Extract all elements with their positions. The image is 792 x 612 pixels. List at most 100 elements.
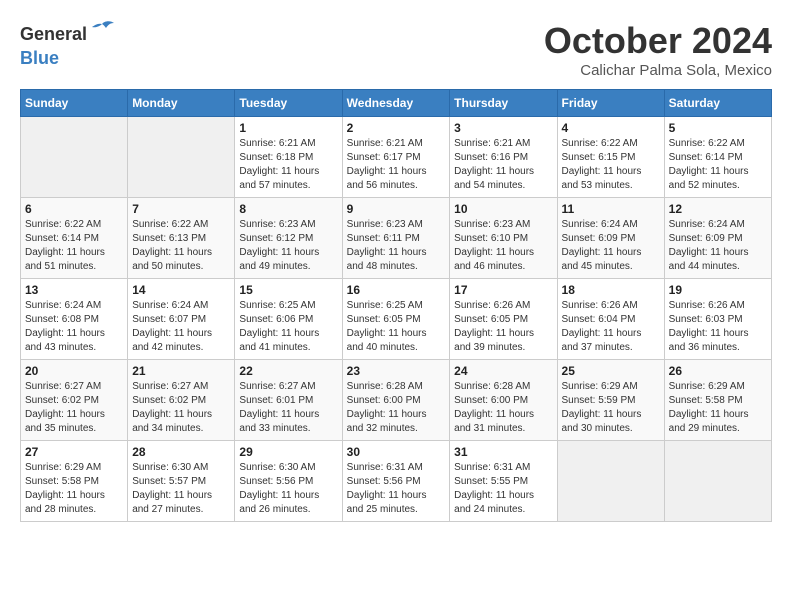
day-info: Sunrise: 6:25 AM Sunset: 6:05 PM Dayligh…: [347, 299, 446, 355]
calendar-week-row: 1 Sunrise: 6:21 AM Sunset: 6:18 PM Daylig…: [21, 117, 772, 198]
day-info: Sunrise: 6:26 AM Sunset: 6:03 PM Dayligh…: [669, 299, 767, 355]
day-number: 25: [562, 364, 660, 378]
table-row: 18 Sunrise: 6:26 AM Sunset: 6:04 PM Dayli…: [557, 279, 664, 360]
day-number: 22: [239, 364, 337, 378]
header-saturday: Saturday: [664, 90, 771, 117]
day-number: 3: [454, 121, 552, 135]
day-info: Sunrise: 6:26 AM Sunset: 6:04 PM Dayligh…: [562, 299, 660, 355]
day-number: 12: [669, 202, 767, 216]
table-row: 1 Sunrise: 6:21 AM Sunset: 6:18 PM Daylig…: [235, 117, 342, 198]
day-number: 2: [347, 121, 446, 135]
table-row: 14Sunrise: 6:24 AM Sunset: 6:07 PM Dayli…: [128, 279, 235, 360]
day-info: Sunrise: 6:23 AM Sunset: 6:11 PM Dayligh…: [347, 218, 446, 274]
day-info: Sunrise: 6:24 AM Sunset: 6:07 PM Dayligh…: [132, 299, 230, 355]
table-row: 23 Sunrise: 6:28 AM Sunset: 6:00 PM Dayli…: [342, 360, 450, 441]
day-info: Sunrise: 6:26 AM Sunset: 6:05 PM Dayligh…: [454, 299, 552, 355]
day-info: Sunrise: 6:27 AM Sunset: 6:01 PM Dayligh…: [239, 380, 337, 436]
header-wednesday: Wednesday: [342, 90, 450, 117]
logo-bird-icon: [88, 20, 116, 48]
day-number: 6: [25, 202, 123, 216]
logo: General Blue: [20, 20, 116, 69]
day-info: Sunrise: 6:29 AM Sunset: 5:58 PM Dayligh…: [25, 461, 123, 517]
day-number: 19: [669, 283, 767, 297]
table-row: 26Sunrise: 6:29 AM Sunset: 5:58 PM Dayli…: [664, 360, 771, 441]
day-info: Sunrise: 6:31 AM Sunset: 5:56 PM Dayligh…: [347, 461, 446, 517]
table-row: 28 Sunrise: 6:30 AM Sunset: 5:57 PM Dayli…: [128, 441, 235, 522]
day-info: Sunrise: 6:22 AM Sunset: 6:14 PM Dayligh…: [669, 137, 767, 193]
day-info: Sunrise: 6:22 AM Sunset: 6:15 PM Dayligh…: [562, 137, 660, 193]
header-sunday: Sunday: [21, 90, 128, 117]
table-row: [557, 441, 664, 522]
day-number: 20: [25, 364, 123, 378]
location-title: Calichar Palma Sola, Mexico: [544, 62, 772, 79]
day-number: 15: [239, 283, 337, 297]
day-number: 29: [239, 445, 337, 459]
day-info: Sunrise: 6:24 AM Sunset: 6:09 PM Dayligh…: [669, 218, 767, 274]
day-number: 24: [454, 364, 552, 378]
table-row: 12 Sunrise: 6:24 AM Sunset: 6:09 PM Dayli…: [664, 198, 771, 279]
table-row: 8 Sunrise: 6:23 AM Sunset: 6:12 PM Daylig…: [235, 198, 342, 279]
logo-general-text: General: [20, 24, 87, 45]
day-info: Sunrise: 6:29 AM Sunset: 5:58 PM Dayligh…: [669, 380, 767, 436]
day-info: Sunrise: 6:30 AM Sunset: 5:56 PM Dayligh…: [239, 461, 337, 517]
table-row: 9 Sunrise: 6:23 AM Sunset: 6:11 PM Daylig…: [342, 198, 450, 279]
calendar-week-row: 13Sunrise: 6:24 AM Sunset: 6:08 PM Dayli…: [21, 279, 772, 360]
day-info: Sunrise: 6:30 AM Sunset: 5:57 PM Dayligh…: [132, 461, 230, 517]
day-info: Sunrise: 6:21 AM Sunset: 6:17 PM Dayligh…: [347, 137, 446, 193]
day-info: Sunrise: 6:24 AM Sunset: 6:09 PM Dayligh…: [562, 218, 660, 274]
day-number: 8: [239, 202, 337, 216]
day-info: Sunrise: 6:29 AM Sunset: 5:59 PM Dayligh…: [562, 380, 660, 436]
table-row: [21, 117, 128, 198]
calendar-table: Sunday Monday Tuesday Wednesday Thursday…: [20, 89, 772, 522]
page-header: General Blue October 2024 Calichar Palma…: [20, 20, 772, 79]
day-info: Sunrise: 6:23 AM Sunset: 6:12 PM Dayligh…: [239, 218, 337, 274]
day-number: 31: [454, 445, 552, 459]
title-section: October 2024 Calichar Palma Sola, Mexico: [544, 20, 772, 79]
day-number: 28: [132, 445, 230, 459]
day-number: 11: [562, 202, 660, 216]
table-row: 27 Sunrise: 6:29 AM Sunset: 5:58 PM Dayli…: [21, 441, 128, 522]
table-row: 15 Sunrise: 6:25 AM Sunset: 6:06 PM Dayli…: [235, 279, 342, 360]
day-number: 27: [25, 445, 123, 459]
table-row: 13Sunrise: 6:24 AM Sunset: 6:08 PM Dayli…: [21, 279, 128, 360]
day-number: 10: [454, 202, 552, 216]
table-row: 11 Sunrise: 6:24 AM Sunset: 6:09 PM Dayli…: [557, 198, 664, 279]
day-number: 30: [347, 445, 446, 459]
month-title: October 2024: [544, 20, 772, 62]
table-row: 5 Sunrise: 6:22 AM Sunset: 6:14 PM Daylig…: [664, 117, 771, 198]
day-number: 16: [347, 283, 446, 297]
day-number: 18: [562, 283, 660, 297]
day-number: 5: [669, 121, 767, 135]
header-tuesday: Tuesday: [235, 90, 342, 117]
day-info: Sunrise: 6:28 AM Sunset: 6:00 PM Dayligh…: [347, 380, 446, 436]
table-row: 19 Sunrise: 6:26 AM Sunset: 6:03 PM Dayli…: [664, 279, 771, 360]
day-info: Sunrise: 6:21 AM Sunset: 6:18 PM Dayligh…: [239, 137, 337, 193]
calendar-week-row: 27 Sunrise: 6:29 AM Sunset: 5:58 PM Dayli…: [21, 441, 772, 522]
day-number: 17: [454, 283, 552, 297]
day-info: Sunrise: 6:23 AM Sunset: 6:10 PM Dayligh…: [454, 218, 552, 274]
header-monday: Monday: [128, 90, 235, 117]
day-info: Sunrise: 6:21 AM Sunset: 6:16 PM Dayligh…: [454, 137, 552, 193]
table-row: 16 Sunrise: 6:25 AM Sunset: 6:05 PM Dayli…: [342, 279, 450, 360]
day-number: 7: [132, 202, 230, 216]
table-row: 22 Sunrise: 6:27 AM Sunset: 6:01 PM Dayli…: [235, 360, 342, 441]
table-row: 21Sunrise: 6:27 AM Sunset: 6:02 PM Dayli…: [128, 360, 235, 441]
day-number: 4: [562, 121, 660, 135]
table-row: 20Sunrise: 6:27 AM Sunset: 6:02 PM Dayli…: [21, 360, 128, 441]
header-thursday: Thursday: [450, 90, 557, 117]
day-info: Sunrise: 6:31 AM Sunset: 5:55 PM Dayligh…: [454, 461, 552, 517]
day-info: Sunrise: 6:25 AM Sunset: 6:06 PM Dayligh…: [239, 299, 337, 355]
day-info: Sunrise: 6:27 AM Sunset: 6:02 PM Dayligh…: [132, 380, 230, 436]
table-row: 17 Sunrise: 6:26 AM Sunset: 6:05 PM Dayli…: [450, 279, 557, 360]
table-row: [664, 441, 771, 522]
day-number: 1: [239, 121, 337, 135]
calendar-week-row: 6Sunrise: 6:22 AM Sunset: 6:14 PM Daylig…: [21, 198, 772, 279]
day-number: 13: [25, 283, 123, 297]
table-row: [128, 117, 235, 198]
table-row: 6Sunrise: 6:22 AM Sunset: 6:14 PM Daylig…: [21, 198, 128, 279]
day-info: Sunrise: 6:22 AM Sunset: 6:13 PM Dayligh…: [132, 218, 230, 274]
table-row: 25 Sunrise: 6:29 AM Sunset: 5:59 PM Dayli…: [557, 360, 664, 441]
table-row: 2 Sunrise: 6:21 AM Sunset: 6:17 PM Daylig…: [342, 117, 450, 198]
day-number: 23: [347, 364, 446, 378]
day-number: 9: [347, 202, 446, 216]
